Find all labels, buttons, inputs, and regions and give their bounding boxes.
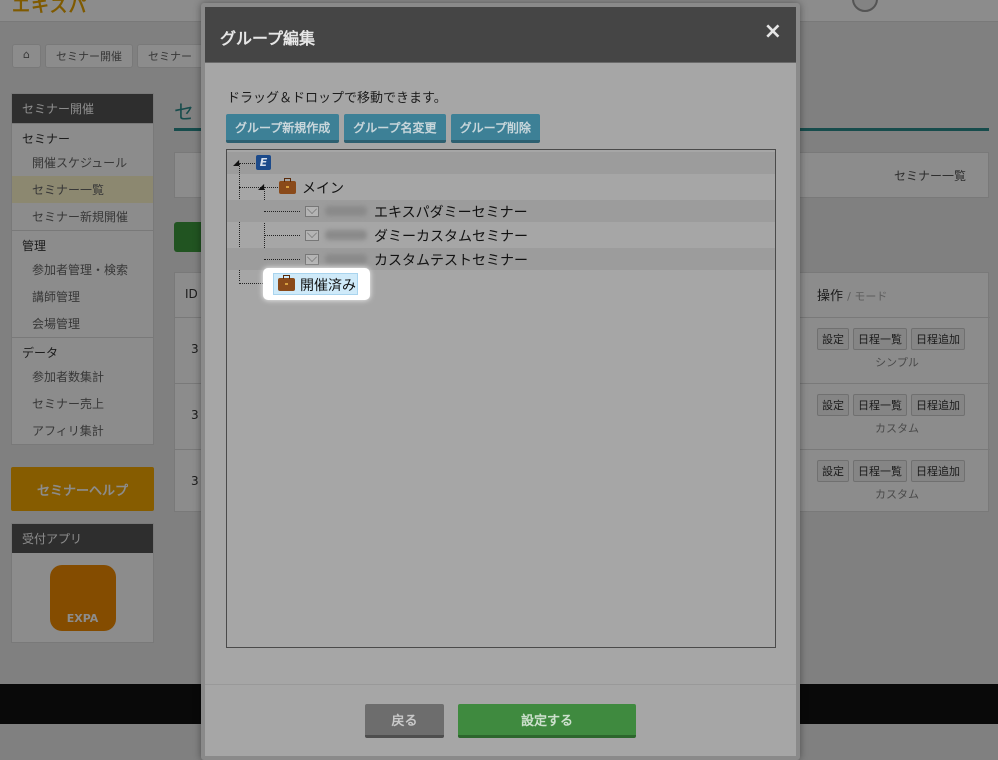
tree-connector — [264, 211, 300, 212]
mail-icon — [305, 230, 319, 241]
seminar-id-blurred — [325, 254, 367, 264]
tree-seminar-row[interactable]: ダミーカスタムセミナー — [227, 224, 775, 246]
seminar-id-blurred — [325, 230, 367, 240]
mail-icon — [305, 254, 319, 265]
expa-root-icon: E — [256, 155, 271, 170]
group-name: メイン — [302, 181, 344, 197]
seminar-name: カスタムテストセミナー — [374, 253, 528, 269]
selected-group-highlight[interactable]: 開催済み — [263, 268, 370, 300]
tree-connector — [264, 259, 300, 260]
tree-root-row[interactable]: ◢ E — [227, 152, 775, 174]
group-toolbar: グループ新規作成 グループ名変更 グループ削除 — [226, 114, 540, 143]
briefcase-icon — [279, 178, 296, 194]
tree-group-row[interactable]: ◢ メイン — [227, 176, 775, 198]
new-group-button[interactable]: グループ新規作成 — [226, 114, 340, 143]
back-button[interactable]: 戻る — [365, 704, 444, 738]
seminar-name: エキスパダミーセミナー — [374, 205, 528, 221]
modal-header: グループ編集 × — [205, 7, 796, 63]
selected-node[interactable]: 開催済み — [273, 273, 358, 295]
tree-seminar-row[interactable]: カスタムテストセミナー — [227, 248, 775, 270]
tree-connector — [264, 235, 300, 236]
tree-seminar-row[interactable]: エキスパダミーセミナー — [227, 200, 775, 222]
tree-connector — [264, 187, 278, 188]
submit-button[interactable]: 設定する — [458, 704, 636, 738]
mail-icon — [305, 206, 319, 217]
group-edit-modal: グループ編集 × ドラッグ＆ドロップで移動できます。 グループ新規作成 グループ… — [201, 3, 800, 760]
modal-title: グループ編集 — [220, 29, 316, 48]
modal-footer: 戻る 設定する — [205, 684, 796, 760]
drag-drop-instruction: ドラッグ＆ドロップで移動できます。 — [227, 91, 447, 106]
tree-connector — [239, 163, 255, 164]
rename-group-button[interactable]: グループ名変更 — [344, 114, 446, 143]
briefcase-icon — [278, 275, 295, 291]
group-name: 開催済み — [300, 278, 356, 294]
group-tree: ◢ E ◢ メイン エキスパダミーセミナー ダミーカスタムセミナー カスタムテス… — [226, 149, 776, 648]
delete-group-button[interactable]: グループ削除 — [450, 114, 540, 143]
seminar-id-blurred — [325, 206, 367, 216]
close-icon[interactable]: × — [764, 19, 782, 44]
seminar-name: ダミーカスタムセミナー — [374, 229, 528, 245]
